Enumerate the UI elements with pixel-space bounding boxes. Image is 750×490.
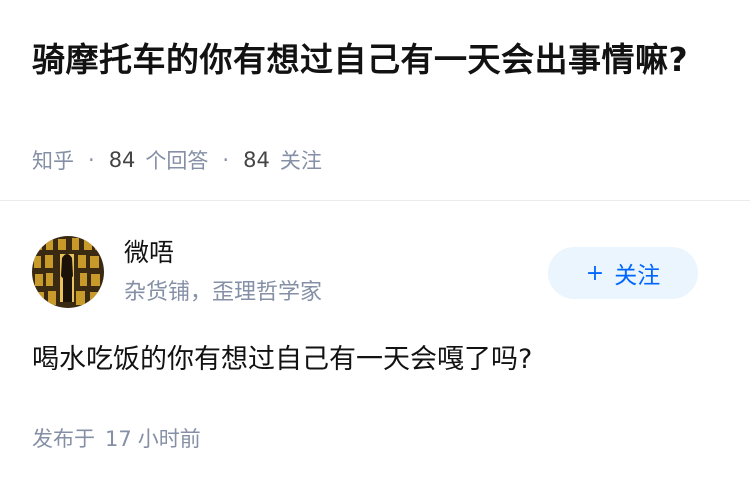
author-name[interactable]: 微唔 bbox=[124, 236, 174, 270]
answer-content[interactable]: 喝水吃饭的你有想过自己有一天会嘎了吗? bbox=[32, 338, 722, 382]
separator-dot: · bbox=[222, 148, 230, 172]
time-prefix: 发布于 bbox=[32, 427, 95, 451]
follow-count: 84 bbox=[243, 148, 270, 172]
avatar-image bbox=[32, 236, 104, 308]
question-title[interactable]: 骑摩托车的你有想过自己有一天会出事情嘛? bbox=[32, 34, 722, 86]
time-unit: 小时前 bbox=[137, 427, 201, 451]
question-header: 骑摩托车的你有想过自己有一天会出事情嘛? 知乎 · 84 个回答 · 84 关注 bbox=[0, 0, 750, 200]
answer-timestamp: 发布于 17 小时前 bbox=[32, 423, 201, 453]
section-divider bbox=[0, 200, 750, 201]
answer-count: 84 bbox=[108, 148, 136, 172]
separator-dot: · bbox=[88, 148, 95, 172]
follow-button[interactable]: + 关注 bbox=[548, 247, 698, 299]
follow-button-label: 关注 bbox=[614, 263, 661, 289]
answer-count-label: 个回答 bbox=[145, 149, 209, 173]
question-meta: 知乎 · 84 个回答 · 84 关注 bbox=[32, 145, 322, 175]
avatar[interactable] bbox=[32, 236, 104, 308]
author-bio: 杂货铺，歪理哲学家 bbox=[124, 280, 323, 305]
time-value: 17 bbox=[105, 427, 132, 451]
plus-icon: + bbox=[585, 260, 605, 286]
follow-count-label: 关注 bbox=[279, 149, 322, 173]
source-label[interactable]: 知乎 bbox=[32, 145, 74, 175]
